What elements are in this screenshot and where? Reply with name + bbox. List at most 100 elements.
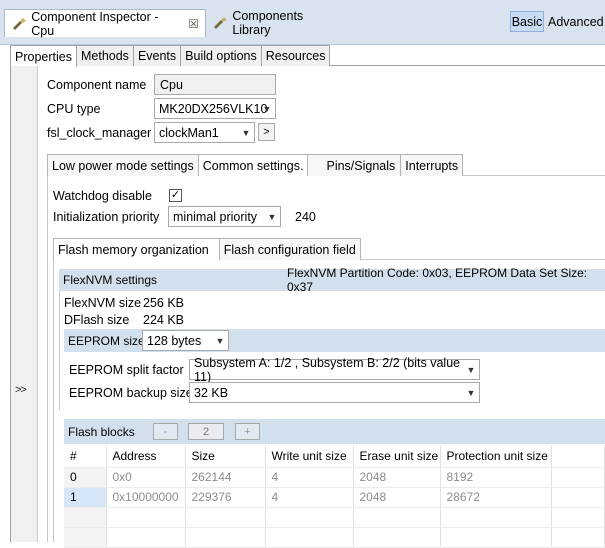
erase-unit-cell[interactable]: 2048 — [353, 487, 441, 508]
init-priority-select[interactable]: minimal priority ▼ — [168, 206, 281, 227]
tab-events[interactable]: Events — [132, 45, 182, 66]
protection-unit-cell[interactable]: 8192 — [440, 467, 552, 488]
component-name-label: Component name — [47, 78, 147, 92]
add-block-button[interactable]: + — [235, 423, 260, 440]
column-header[interactable]: Size — [185, 445, 266, 468]
eeprom-split-label: EEPROM split factor — [69, 363, 184, 377]
protection-unit-cell[interactable]: 28672 — [440, 487, 552, 508]
init-priority-value: minimal priority — [173, 209, 258, 224]
flash-blocks-title: Flash blocks — [68, 424, 135, 439]
chevron-down-icon: ▼ — [267, 212, 277, 222]
component-inspector-icon — [11, 17, 26, 31]
tab-low-power-mode[interactable]: Low power mode settings — [47, 154, 199, 176]
column-header[interactable]: Write unit size — [265, 445, 354, 468]
expand-icon[interactable]: >> — [15, 384, 27, 396]
clock-manager-label: fsl_clock_manager — [47, 126, 152, 140]
address-cell[interactable]: 0x10000000 — [106, 487, 186, 508]
close-icon[interactable]: ☒ — [188, 17, 199, 31]
eeprom-backup-select[interactable]: 32 KB ▼ — [189, 382, 480, 403]
main-tab-bar: Properties Methods Events Build options … — [10, 45, 331, 67]
cpu-type-label: CPU type — [47, 102, 101, 116]
chevron-down-icon: ▼ — [466, 365, 476, 375]
empty-cell — [551, 527, 605, 548]
empty-cell — [353, 527, 441, 548]
column-header[interactable]: Protection unit size — [440, 445, 552, 468]
collapse-sidebar[interactable]: >> — [11, 66, 38, 542]
tab-pins-signals[interactable]: Pins/Signals — [307, 154, 402, 176]
tab-build-options[interactable]: Build options — [180, 45, 262, 66]
tab-common-settings[interactable]: Common settings. — [197, 154, 309, 176]
watchdog-disable-label: Watchdog disable — [53, 189, 152, 203]
empty-cell — [265, 527, 354, 548]
empty-cell — [551, 507, 605, 528]
column-header[interactable]: # — [64, 445, 107, 468]
eeprom-backup-value: 32 KB — [194, 385, 229, 400]
chevron-down-icon: ▼ — [262, 104, 272, 114]
tab-component-inspector[interactable]: Component Inspector - Cpu ☒ — [4, 9, 206, 38]
basic-mode-button[interactable]: Basic — [510, 11, 544, 32]
cpu-type-select[interactable]: MK20DX256VLK10 ▼ — [154, 98, 276, 119]
table-header-row: # Address Size Write unit size Erase uni… — [64, 445, 605, 468]
row-index: 1 — [64, 487, 107, 508]
settings-tab-bar: Low power mode settings Common settings.… — [47, 154, 464, 176]
cpu-type-value: MK20DX256VLK10 — [159, 101, 268, 116]
eeprom-backup-label: EEPROM backup size — [69, 386, 193, 400]
column-header[interactable]: Erase unit size — [353, 445, 441, 468]
flexnvm-size-value: 256 KB — [143, 296, 185, 310]
write-unit-cell[interactable]: 4 — [265, 487, 354, 508]
empty-cell — [185, 527, 266, 548]
flexnvm-size-label: FlexNVM size — [64, 296, 142, 310]
table-row — [64, 507, 605, 528]
table-row[interactable]: 1 0x10000000 229376 4 2048 28672 — [64, 487, 605, 508]
flash-blocks-table: # Address Size Write unit size Erase uni… — [64, 445, 605, 548]
tab-components-library[interactable]: Components Library — [206, 9, 346, 37]
tab-flash-configuration-field[interactable]: Flash configuration field — [218, 238, 361, 260]
flexnvm-settings-header[interactable]: FlexNVM settings FlexNVM Partition Code:… — [59, 266, 605, 294]
tab-flash-memory-organization[interactable]: Flash memory organization — [53, 238, 220, 260]
tab-components-library-label: Components Library — [232, 9, 304, 37]
tab-interrupts[interactable]: Interrupts — [400, 154, 464, 176]
eeprom-size-select[interactable]: 128 bytes ▼ — [142, 330, 229, 351]
flexnvm-partition-info: FlexNVM Partition Code: 0x03, EEPROM Dat… — [287, 266, 588, 294]
write-unit-cell[interactable]: 4 — [265, 467, 354, 488]
empty-cell — [106, 527, 186, 548]
empty-cell — [551, 487, 605, 508]
eeprom-split-value: Subsystem A: 1/2 , Subsystem B: 2/2 (bit… — [194, 355, 461, 384]
row-index: 0 — [64, 467, 107, 488]
table-row — [64, 527, 605, 548]
init-priority-label: Initialization priority — [53, 210, 160, 224]
address-cell[interactable]: 0x0 — [106, 467, 186, 488]
dflash-size-value: 224 KB — [143, 313, 185, 327]
tab-properties[interactable]: Properties — [10, 45, 77, 67]
column-header[interactable]: Address — [106, 445, 186, 468]
clock-manager-goto-button[interactable]: > — [258, 123, 275, 141]
dflash-size-label: DFlash size — [64, 313, 130, 327]
column-header — [551, 445, 605, 468]
tab-component-inspector-label: Component Inspector - Cpu — [31, 9, 159, 38]
eeprom-size-value: 128 bytes — [147, 333, 202, 348]
erase-unit-cell[interactable]: 2048 — [353, 467, 441, 488]
empty-cell — [265, 507, 354, 528]
row-index — [64, 507, 107, 528]
empty-cell — [185, 507, 266, 528]
remove-block-button[interactable]: - — [153, 423, 178, 440]
block-count-field[interactable]: 2 — [188, 423, 224, 440]
component-name-field[interactable]: Cpu — [154, 74, 276, 95]
tab-methods[interactable]: Methods — [75, 45, 134, 66]
tab-resources[interactable]: Resources — [260, 45, 331, 66]
eeprom-split-select[interactable]: Subsystem A: 1/2 , Subsystem B: 2/2 (bit… — [189, 356, 480, 384]
clock-manager-value: clockMan1 — [159, 125, 219, 140]
flexnvm-body-border — [59, 291, 60, 410]
components-library-icon — [212, 16, 227, 30]
flash-tab-bar: Flash memory organization Flash configur… — [53, 238, 361, 260]
size-cell[interactable]: 262144 — [185, 467, 266, 488]
size-cell[interactable]: 229376 — [185, 487, 266, 508]
row-index — [64, 527, 107, 548]
table-row[interactable]: 0 0x0 262144 4 2048 8192 — [64, 467, 605, 488]
advanced-mode-button[interactable]: Advanced — [548, 11, 605, 32]
empty-cell — [440, 507, 552, 528]
chevron-down-icon: ▼ — [241, 128, 251, 138]
empty-cell — [551, 467, 605, 488]
watchdog-disable-checkbox[interactable]: ✓ — [169, 189, 182, 202]
clock-manager-select[interactable]: clockMan1 ▼ — [154, 122, 255, 143]
